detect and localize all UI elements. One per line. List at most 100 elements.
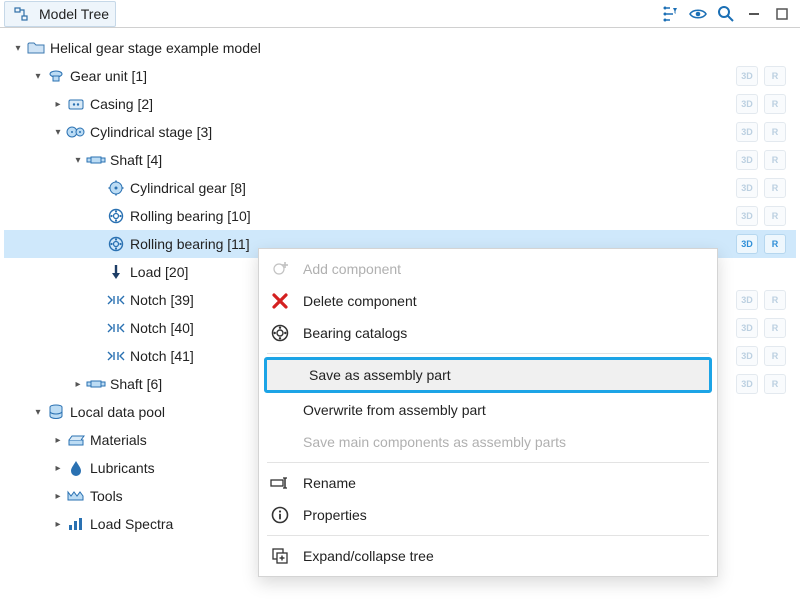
shaft-icon: [86, 150, 106, 170]
ctx-label: Expand/collapse tree: [303, 548, 434, 564]
chevron-down-icon[interactable]: ▾: [70, 152, 86, 168]
tree-row-root[interactable]: ▾ Helical gear stage example model: [4, 34, 796, 62]
gear-icon: [106, 178, 126, 198]
badge-report[interactable]: R: [764, 178, 786, 198]
ctx-overwrite-from-assembly-part[interactable]: Overwrite from assembly part: [259, 394, 717, 426]
ctx-label: Overwrite from assembly part: [303, 402, 486, 418]
tree-label: Load Spectra: [90, 516, 173, 532]
tree-label: Notch [41]: [130, 348, 194, 364]
tree-icon: [11, 4, 31, 24]
casing-icon: [66, 94, 86, 114]
tree-label: Gear unit [1]: [70, 68, 147, 84]
tree-row-rolling-bearing-10[interactable]: Rolling bearing [10] 3D R: [4, 202, 796, 230]
header-toolbar: [660, 4, 796, 24]
filter-tree-icon[interactable]: [660, 4, 680, 24]
chevron-right-icon[interactable]: ▸: [50, 432, 66, 448]
ctx-rename[interactable]: Rename: [259, 467, 717, 499]
badge-report[interactable]: R: [764, 374, 786, 394]
chevron-right-icon[interactable]: ▸: [70, 376, 86, 392]
badge-report[interactable]: R: [764, 346, 786, 366]
tree-row-shaft-4[interactable]: ▾ Shaft [4] 3D R: [4, 146, 796, 174]
badge-3d[interactable]: 3D: [736, 318, 758, 338]
tree-row-gear-unit[interactable]: ▾ Gear unit [1] 3D R: [4, 62, 796, 90]
badge-3d[interactable]: 3D: [736, 122, 758, 142]
badge-3d[interactable]: 3D: [736, 374, 758, 394]
tree-row-cylindrical-gear-8[interactable]: Cylindrical gear [8] 3D R: [4, 174, 796, 202]
tree-label: Load [20]: [130, 264, 188, 280]
row-badges: 3D R: [736, 234, 786, 254]
ctx-properties[interactable]: Properties: [259, 499, 717, 531]
database-icon: [46, 402, 66, 422]
minimize-icon[interactable]: [744, 4, 764, 24]
badge-report[interactable]: R: [764, 66, 786, 86]
materials-icon: [66, 430, 86, 450]
badge-report[interactable]: R: [764, 234, 786, 254]
tools-icon: [66, 486, 86, 506]
badge-3d[interactable]: 3D: [736, 150, 758, 170]
add-component-icon: [269, 258, 291, 280]
chevron-down-icon[interactable]: ▾: [10, 40, 26, 56]
bearing-icon: [106, 206, 126, 226]
tree-label: Notch [39]: [130, 292, 194, 308]
panel-header: Model Tree: [0, 0, 800, 28]
notch-icon: [106, 346, 126, 366]
expand-collapse-icon: [269, 545, 291, 567]
badge-report[interactable]: R: [764, 94, 786, 114]
chevron-down-icon[interactable]: ▾: [30, 68, 46, 84]
rename-icon: [269, 472, 291, 494]
ctx-expand-collapse-tree[interactable]: Expand/collapse tree: [259, 540, 717, 572]
chevron-right-icon[interactable]: ▸: [50, 488, 66, 504]
row-badges: 3D R: [736, 290, 786, 310]
ctx-save-as-assembly-part[interactable]: Save as assembly part: [265, 358, 711, 392]
search-icon[interactable]: [716, 4, 736, 24]
badge-report[interactable]: R: [764, 150, 786, 170]
row-badges: 3D R: [736, 374, 786, 394]
badge-report[interactable]: R: [764, 122, 786, 142]
row-badges: 3D R: [736, 150, 786, 170]
ctx-label: Rename: [303, 475, 356, 491]
badge-report[interactable]: R: [764, 318, 786, 338]
tree-label: Shaft [4]: [110, 152, 162, 168]
tree-label: Cylindrical stage [3]: [90, 124, 212, 140]
badge-report[interactable]: R: [764, 206, 786, 226]
panel-title-tab[interactable]: Model Tree: [4, 1, 116, 27]
maximize-icon[interactable]: [772, 4, 792, 24]
ctx-label: Delete component: [303, 293, 417, 309]
tree-row-casing[interactable]: ▸ Casing [2] 3D R: [4, 90, 796, 118]
chevron-down-icon[interactable]: ▾: [50, 124, 66, 140]
ctx-bearing-catalogs[interactable]: Bearing catalogs: [259, 317, 717, 349]
row-badges: 3D R: [736, 318, 786, 338]
row-badges: 3D R: [736, 94, 786, 114]
row-badges: 3D R: [736, 178, 786, 198]
info-icon: [269, 504, 291, 526]
chevron-right-icon[interactable]: ▸: [50, 96, 66, 112]
ctx-separator: [267, 353, 709, 354]
context-menu: Add component Delete component Bearing c…: [258, 248, 718, 577]
chevron-right-icon[interactable]: ▸: [50, 516, 66, 532]
panel-title-label: Model Tree: [39, 6, 109, 22]
ctx-separator: [267, 462, 709, 463]
ctx-delete-component[interactable]: Delete component: [259, 285, 717, 317]
row-badges: 3D R: [736, 206, 786, 226]
tree-row-cylindrical-stage[interactable]: ▾ Cylindrical stage [3] 3D R: [4, 118, 796, 146]
badge-3d[interactable]: 3D: [736, 290, 758, 310]
chevron-right-icon[interactable]: ▸: [50, 460, 66, 476]
visibility-eye-icon[interactable]: [688, 4, 708, 24]
blank-icon: [269, 399, 291, 421]
badge-3d[interactable]: 3D: [736, 234, 758, 254]
tree-label: Rolling bearing [11]: [130, 236, 250, 252]
ctx-label: Properties: [303, 507, 367, 523]
droplet-icon: [66, 458, 86, 478]
tree-label: Casing [2]: [90, 96, 153, 112]
badge-3d[interactable]: 3D: [736, 178, 758, 198]
ctx-label: Bearing catalogs: [303, 325, 407, 341]
badge-report[interactable]: R: [764, 290, 786, 310]
badge-3d[interactable]: 3D: [736, 346, 758, 366]
chevron-down-icon[interactable]: ▾: [30, 404, 46, 420]
badge-3d[interactable]: 3D: [736, 206, 758, 226]
badge-3d[interactable]: 3D: [736, 66, 758, 86]
folder-icon: [26, 38, 46, 58]
notch-icon: [106, 318, 126, 338]
badge-3d[interactable]: 3D: [736, 94, 758, 114]
tree-label: Tools: [90, 488, 123, 504]
